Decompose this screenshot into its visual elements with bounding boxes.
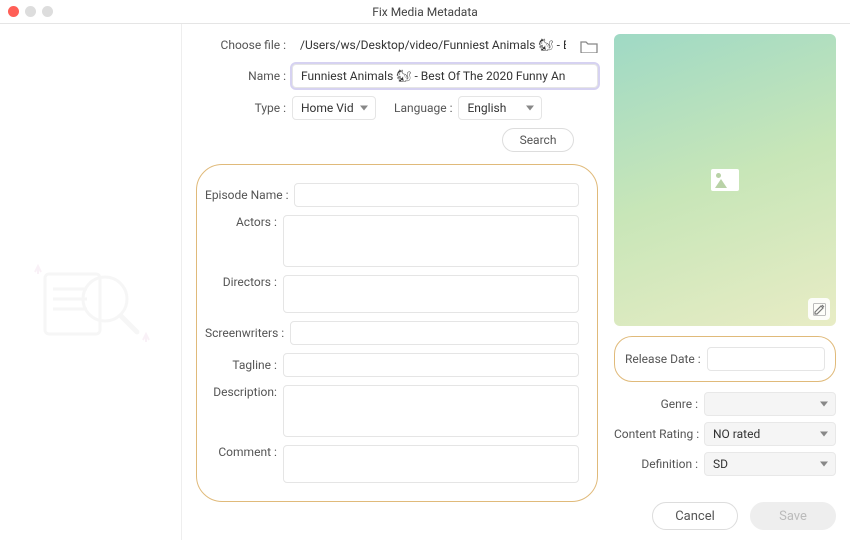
genre-label: Genre : bbox=[614, 397, 698, 411]
actors-row: Actors : bbox=[205, 215, 579, 267]
directors-field[interactable] bbox=[283, 275, 579, 313]
content-rating-row: Content Rating : NO rated bbox=[614, 422, 836, 446]
window-title: Fix Media Metadata bbox=[0, 5, 850, 19]
sidebar bbox=[0, 24, 182, 540]
content-rating-select[interactable]: NO rated bbox=[704, 422, 836, 446]
release-date-field[interactable] bbox=[707, 347, 825, 371]
top-form: Choose file : Name : Type : Home Vide… L… bbox=[196, 34, 598, 152]
left-column: Choose file : Name : Type : Home Vide… L… bbox=[196, 34, 598, 530]
tagline-label: Tagline : bbox=[205, 358, 277, 372]
description-label: Description: bbox=[205, 385, 277, 399]
titlebar: Fix Media Metadata bbox=[0, 0, 850, 24]
genre-row: Genre : bbox=[614, 392, 836, 416]
meta-rows: Genre : Content Rating : NO rated Defini… bbox=[614, 392, 836, 476]
definition-row: Definition : SD bbox=[614, 452, 836, 476]
tagline-field[interactable] bbox=[283, 353, 579, 377]
minimize-window-button[interactable] bbox=[25, 6, 36, 17]
episode-name-label: Episode Name : bbox=[205, 188, 288, 202]
description-field[interactable] bbox=[283, 385, 579, 437]
right-column: Release Date : Genre : Content Rating : … bbox=[614, 34, 836, 530]
description-row: Description: bbox=[205, 385, 579, 437]
language-label: Language : bbox=[394, 101, 452, 115]
type-label: Type : bbox=[196, 101, 286, 115]
close-window-button[interactable] bbox=[8, 6, 19, 17]
type-select[interactable]: Home Vide… bbox=[292, 96, 376, 120]
tagline-row: Tagline : bbox=[205, 353, 579, 377]
edit-icon bbox=[813, 303, 826, 316]
genre-select[interactable] bbox=[704, 392, 836, 416]
file-path-field[interactable] bbox=[292, 34, 574, 56]
episode-name-row: Episode Name : bbox=[205, 183, 579, 207]
episode-name-field[interactable] bbox=[294, 183, 579, 207]
choose-file-row: Choose file : bbox=[196, 34, 598, 56]
comment-field[interactable] bbox=[283, 445, 579, 483]
image-placeholder-icon bbox=[711, 169, 739, 191]
window-controls bbox=[8, 6, 53, 17]
directors-label: Directors : bbox=[205, 275, 277, 289]
footer-buttons: Cancel Save bbox=[614, 492, 836, 530]
actors-field[interactable] bbox=[283, 215, 579, 267]
name-row: Name : bbox=[196, 64, 598, 88]
cancel-button[interactable]: Cancel bbox=[652, 502, 738, 530]
comment-row: Comment : bbox=[205, 445, 579, 483]
search-button[interactable]: Search bbox=[502, 128, 574, 152]
directors-row: Directors : bbox=[205, 275, 579, 313]
browse-folder-icon[interactable] bbox=[580, 38, 598, 52]
content: Choose file : Name : Type : Home Vide… L… bbox=[0, 24, 850, 540]
screenwriters-row: Screenwriters : bbox=[205, 321, 579, 345]
comment-label: Comment : bbox=[205, 445, 277, 459]
maximize-window-button[interactable] bbox=[42, 6, 53, 17]
details-box: Episode Name : Actors : Directors : Scre… bbox=[196, 164, 598, 502]
cover-art bbox=[614, 34, 836, 326]
screenwriters-label: Screenwriters : bbox=[205, 326, 284, 340]
main-panel: Choose file : Name : Type : Home Vide… L… bbox=[182, 24, 850, 540]
release-date-box: Release Date : bbox=[614, 336, 836, 382]
name-field[interactable] bbox=[292, 64, 598, 88]
name-label: Name : bbox=[196, 69, 286, 83]
actors-label: Actors : bbox=[205, 215, 277, 229]
choose-file-label: Choose file : bbox=[196, 38, 286, 52]
save-button: Save bbox=[750, 502, 836, 530]
edit-cover-button[interactable] bbox=[808, 298, 830, 320]
definition-select[interactable]: SD bbox=[704, 452, 836, 476]
release-date-label: Release Date : bbox=[625, 352, 701, 366]
sidebar-illustration bbox=[25, 254, 155, 354]
content-rating-label: Content Rating : bbox=[614, 427, 698, 441]
screenwriters-field[interactable] bbox=[290, 321, 579, 345]
definition-label: Definition : bbox=[614, 457, 698, 471]
language-select[interactable]: English bbox=[458, 96, 542, 120]
type-language-row: Type : Home Vide… Language : English bbox=[196, 96, 598, 120]
